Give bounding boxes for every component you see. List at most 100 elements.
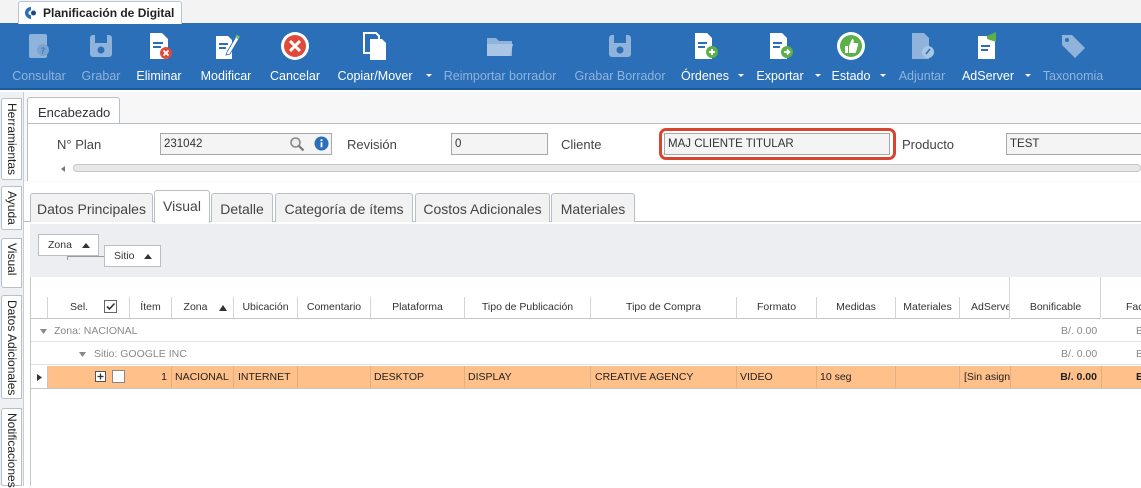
grabar-borrador-button[interactable]: Grabar Borrador: [570, 24, 670, 90]
side-tab-ayuda[interactable]: Ayuda: [1, 186, 22, 230]
side-tab-datos-adicionales[interactable]: Datos Adicionales: [1, 295, 22, 399]
svg-text:?: ?: [41, 47, 46, 57]
ordenes-dropdown-arrow[interactable]: [738, 74, 744, 77]
status-icon: [837, 32, 865, 60]
grabar-button[interactable]: Grabar: [74, 24, 128, 90]
cell-ubicacion[interactable]: INTERNET: [234, 366, 298, 388]
tab-datos-principales[interactable]: Datos Principales: [30, 193, 153, 222]
group-sitio-button[interactable]: Sitio: [104, 245, 161, 267]
col-formato[interactable]: Formato: [737, 297, 817, 319]
revision-field[interactable]: 0: [451, 133, 548, 155]
col-plataforma[interactable]: Plataforma: [371, 297, 465, 319]
consultar-button[interactable]: ? Consultar: [4, 24, 74, 90]
select-all-checkbox[interactable]: [104, 300, 117, 313]
delete-doc-icon: [150, 33, 172, 59]
group-by-panel: Zona Sitio: [30, 224, 1141, 277]
cell-bonificable[interactable]: B/. 0.00: [1011, 366, 1102, 388]
col-tipo-compra[interactable]: Tipo de Compra: [591, 297, 737, 319]
cell-plataforma[interactable]: DESKTOP: [371, 366, 465, 388]
col-tipo-publicacion[interactable]: Tipo de Publicación: [465, 297, 591, 319]
row-indicator[interactable]: [31, 366, 48, 388]
ordenes-button[interactable]: Órdenes: [676, 24, 734, 90]
col-adserver[interactable]: AdServer: [960, 297, 1010, 319]
collapse-icon[interactable]: [79, 352, 86, 357]
scroll-thumb[interactable]: [73, 164, 1141, 172]
estado-button[interactable]: Estado: [826, 24, 876, 90]
tab-costos-adicionales[interactable]: Costos Adicionales: [415, 193, 550, 222]
header-band-fac: [1102, 277, 1141, 297]
tab-visual[interactable]: Visual: [154, 190, 210, 223]
cell-adserver[interactable]: [Sin asigna: [960, 366, 1011, 388]
group-row-sitio[interactable]: Sitio: GOOGLE INC B/. 0.00 B: [31, 343, 1141, 365]
current-row-arrow-icon: [37, 374, 42, 381]
expand-icon[interactable]: [95, 371, 106, 382]
window-title: Planificación de Digital: [43, 6, 175, 20]
header-scrollbar[interactable]: [31, 162, 1141, 175]
info-icon[interactable]: [314, 136, 329, 151]
sort-asc-icon: [219, 305, 227, 311]
col-fac[interactable]: Fac: [1102, 297, 1141, 319]
scroll-left-icon[interactable]: [59, 165, 67, 173]
group-zona-button[interactable]: Zona: [38, 234, 99, 256]
header-band: [31, 277, 1010, 297]
folder-icon: [487, 38, 513, 56]
plan-field[interactable]: 231042: [160, 133, 332, 155]
tab-materiales[interactable]: Materiales: [551, 193, 635, 222]
cliente-field[interactable]: MAJ CLIENTE TITULAR: [664, 133, 890, 155]
producto-field[interactable]: TEST: [1006, 133, 1141, 155]
sort-asc-icon: [144, 254, 152, 259]
modificar-button[interactable]: Modificar: [194, 24, 258, 90]
exportar-button[interactable]: Exportar: [750, 24, 810, 90]
estado-dropdown-arrow[interactable]: [880, 74, 886, 77]
revision-label: Revisión: [347, 137, 397, 152]
col-ubicacion[interactable]: Ubicación: [234, 297, 298, 319]
encabezado-tab[interactable]: Encabezado: [27, 97, 120, 124]
col-comentario[interactable]: Comentario: [298, 297, 371, 319]
eliminar-button[interactable]: Eliminar: [131, 24, 187, 90]
adserver-dropdown-arrow[interactable]: [1025, 74, 1031, 77]
table-row[interactable]: 1 NACIONAL INTERNET DESKTOP DISPLAY CREA…: [31, 366, 1141, 388]
cell-comentario[interactable]: [298, 366, 371, 388]
row-checkbox[interactable]: [112, 370, 125, 383]
tab-categoria-items[interactable]: Categoría de ítems: [275, 193, 413, 222]
cell-zona[interactable]: NACIONAL: [172, 366, 234, 388]
cancel-icon: [281, 32, 309, 60]
items-grid: Sel. Ítem Zona Ubicación Comentario Plat…: [30, 277, 1141, 486]
cell-formato[interactable]: VIDEO: [737, 366, 817, 388]
sort-asc-icon: [82, 243, 90, 248]
group-row-zona[interactable]: Zona: NACIONAL B/. 0.00 B: [31, 320, 1141, 342]
col-materiales[interactable]: Materiales: [896, 297, 960, 319]
adserver-button[interactable]: AdServer: [958, 24, 1018, 90]
adjuntar-button[interactable]: Adjuntar: [892, 24, 952, 90]
reimportar-borrador-button[interactable]: Reimportar borrador: [438, 24, 562, 90]
copiar-mover-button[interactable]: Copiar/Mover: [331, 24, 419, 90]
cell-fac[interactable]: B: [1102, 366, 1141, 388]
cliente-label: Cliente: [561, 137, 602, 152]
side-panel-tabs: Herramientas Ayuda Visual Datos Adiciona…: [0, 92, 24, 488]
col-medidas[interactable]: Medidas: [817, 297, 896, 319]
collapse-icon[interactable]: [40, 329, 47, 334]
col-item[interactable]: Ítem: [130, 297, 172, 319]
cell-tipo-publicacion[interactable]: DISPLAY: [465, 366, 591, 388]
col-zona[interactable]: Zona: [172, 297, 234, 319]
cell-item[interactable]: 1: [130, 366, 172, 388]
cell-tipo-compra[interactable]: CREATIVE AGENCY: [591, 366, 737, 388]
col-bonificable[interactable]: Bonificable: [1011, 297, 1101, 319]
tab-detalle[interactable]: Detalle: [211, 193, 273, 222]
orders-icon: [695, 33, 718, 59]
side-tab-notificaciones[interactable]: Notificaciones: [1, 408, 22, 488]
side-tab-visual[interactable]: Visual: [1, 238, 22, 288]
cancelar-button[interactable]: Cancelar: [265, 24, 325, 90]
exportar-dropdown-arrow[interactable]: [815, 74, 821, 77]
export-icon: [770, 33, 793, 59]
cell-materiales[interactable]: [896, 366, 960, 388]
side-tab-herramientas[interactable]: Herramientas: [1, 98, 22, 180]
col-sel[interactable]: Sel.: [48, 297, 130, 319]
detail-tabs: Datos Principales Visual Detalle Categor…: [24, 190, 1141, 223]
window-tab[interactable]: Planificación de Digital: [18, 1, 182, 24]
producto-label: Producto: [902, 137, 955, 152]
cell-medidas[interactable]: 10 seg: [817, 366, 896, 388]
search-icon[interactable]: [289, 136, 305, 152]
taxonomia-button[interactable]: Taxonomia: [1038, 24, 1108, 90]
copiar-dropdown-arrow[interactable]: [426, 74, 432, 77]
